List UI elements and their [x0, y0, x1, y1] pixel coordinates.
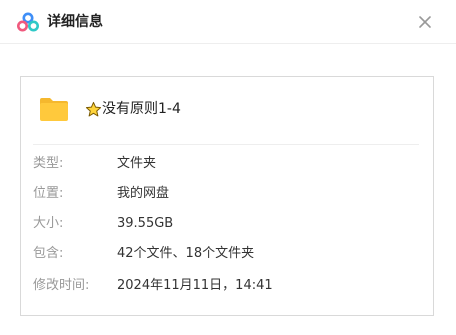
details-dialog: 详细信息 没有原则1-4 类型: 文件夹 位置: 我的网盘 大小: 39.55G… [0, 0, 456, 335]
detail-value: 我的网盘 [117, 186, 170, 201]
detail-value: 2024年11月11日，14:41 [117, 278, 273, 293]
detail-label: 包含: [33, 246, 64, 261]
detail-label: 大小: [33, 216, 64, 231]
star-icon [85, 101, 102, 117]
detail-label: 类型: [33, 156, 64, 171]
divider [33, 144, 419, 145]
close-icon[interactable] [413, 10, 437, 34]
detail-row-modified: 修改时间: 2024年11月11日，14:41 [33, 276, 423, 296]
detail-value: 42个文件、18个文件夹 [117, 246, 255, 261]
detail-value: 文件夹 [117, 156, 157, 171]
detail-row-location: 位置: 我的网盘 [33, 184, 423, 204]
folder-icon [40, 98, 68, 121]
detail-label: 修改时间: [33, 278, 90, 293]
detail-row-type: 类型: 文件夹 [33, 154, 423, 174]
baidu-netdisk-logo-icon [17, 12, 39, 32]
detail-row-size: 大小: 39.55GB [33, 214, 423, 234]
detail-row-contents: 包含: 42个文件、18个文件夹 [33, 244, 423, 264]
dialog-header: 详细信息 [0, 0, 456, 44]
details-panel: 没有原则1-4 类型: 文件夹 位置: 我的网盘 大小: 39.55GB 包含:… [20, 76, 434, 316]
detail-label: 位置: [33, 186, 64, 201]
detail-value: 39.55GB [117, 216, 174, 231]
dialog-title: 详细信息 [47, 14, 103, 30]
file-name: 没有原则1-4 [102, 101, 181, 117]
